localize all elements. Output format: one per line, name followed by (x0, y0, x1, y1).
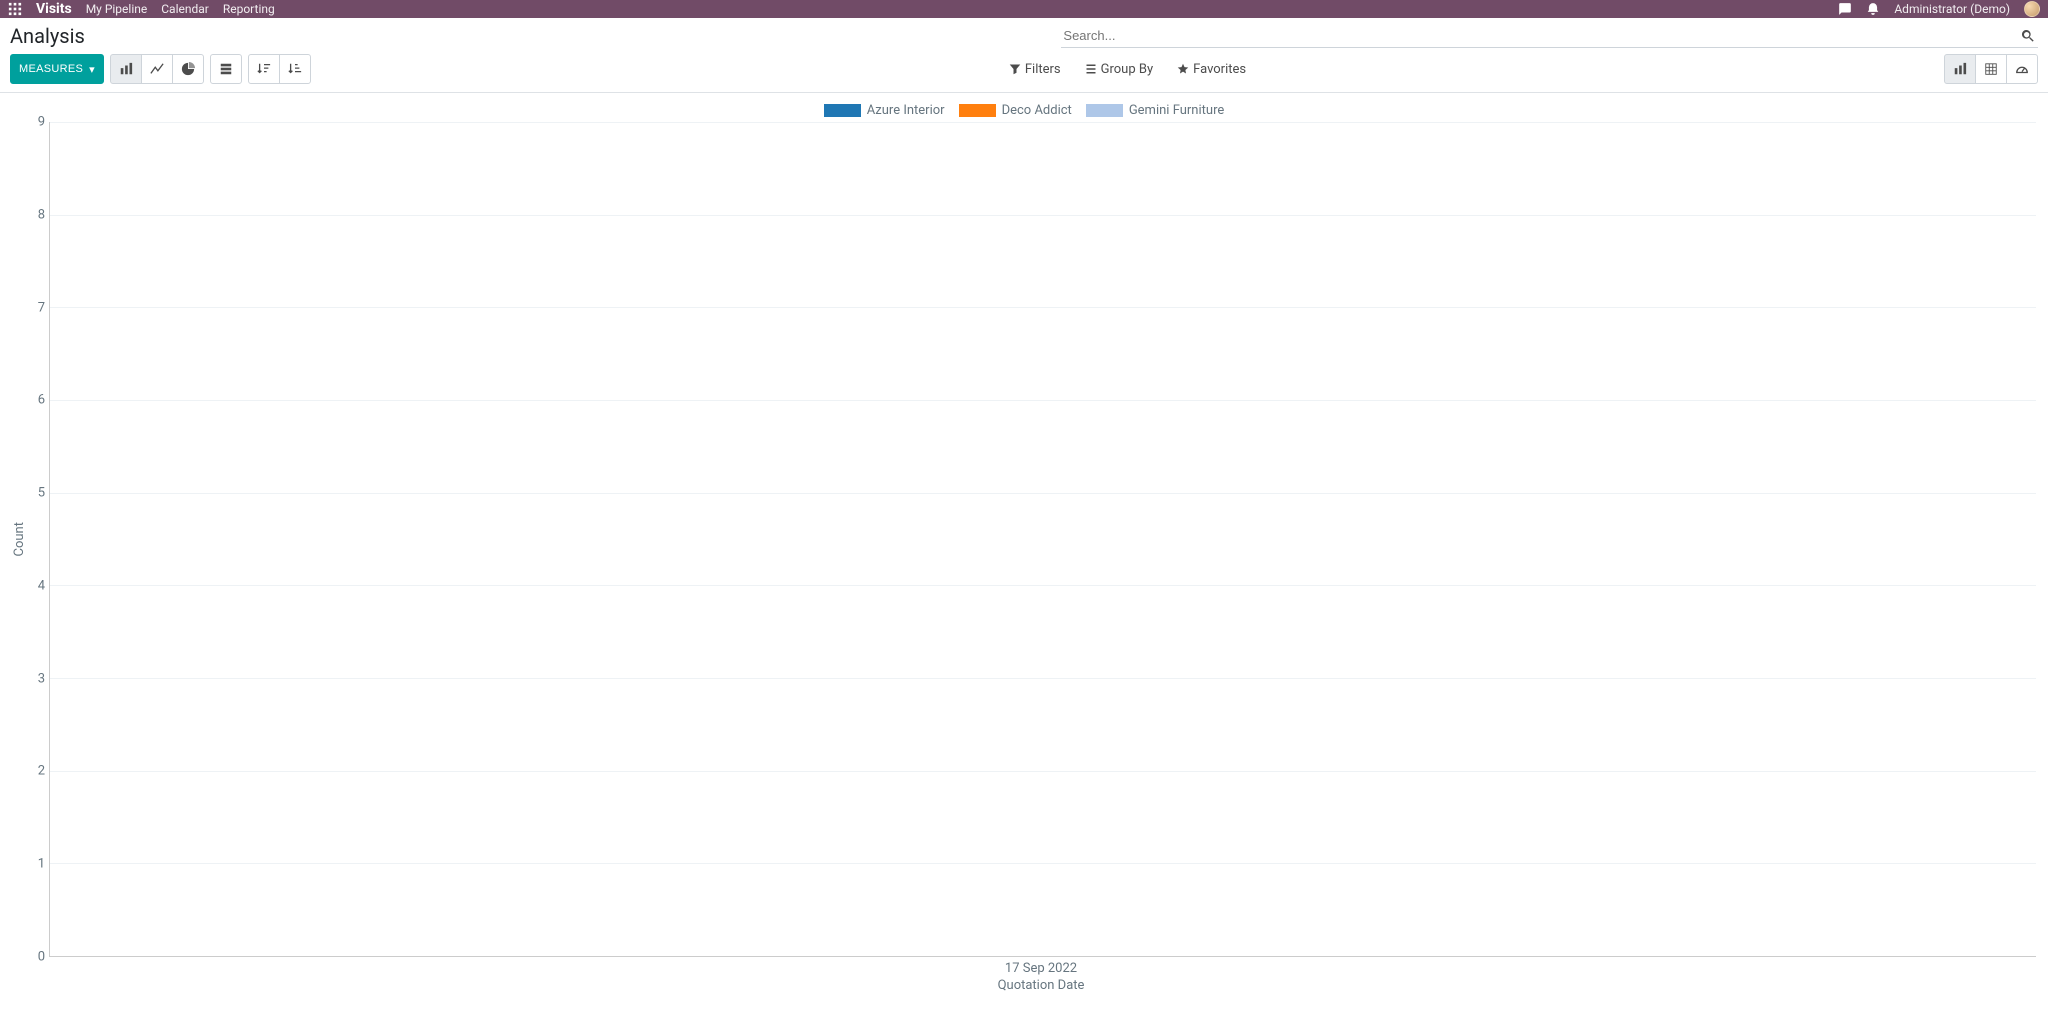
legend-label: Deco Addict (1002, 103, 1072, 118)
sort-asc-button[interactable] (279, 54, 311, 84)
chart-type-switch (110, 54, 204, 84)
y-tick-label: 6 (38, 393, 45, 408)
filters-label: Filters (1025, 62, 1061, 77)
gridline (50, 493, 2036, 494)
chart-area: Azure Interior Deco Addict Gemini Furnit… (0, 93, 2048, 995)
top-navbar: Visits My Pipeline Calendar Reporting Ad… (0, 0, 2048, 18)
view-switch (1944, 54, 2038, 84)
app-brand[interactable]: Visits (36, 1, 72, 17)
legend-item[interactable]: Azure Interior (824, 103, 945, 118)
stacked-button[interactable] (210, 54, 242, 84)
graph-view-button[interactable] (1944, 54, 1976, 84)
groupby-button[interactable]: Group By (1085, 62, 1154, 77)
gridline (50, 678, 2036, 679)
funnel-icon (1009, 63, 1021, 75)
messaging-icon[interactable] (1838, 2, 1852, 16)
y-axis: 0123456789 (29, 122, 49, 957)
page-title: Analysis (10, 24, 85, 48)
y-axis-label: Count (12, 522, 27, 556)
y-tick-label: 5 (38, 486, 45, 501)
y-tick-label: 9 (38, 115, 45, 130)
x-axis-label: Quotation Date (46, 976, 2036, 993)
y-tick-label: 3 (38, 671, 45, 686)
sort-asc-icon (288, 62, 302, 76)
activities-icon[interactable] (1866, 2, 1880, 16)
x-tick-label: 17 Sep 2022 (46, 957, 2036, 976)
caret-down-icon: ▾ (89, 63, 95, 76)
bar-chart-button[interactable] (110, 54, 142, 84)
gridline (50, 307, 2036, 308)
nav-menu-item[interactable]: Reporting (223, 2, 275, 16)
legend-item[interactable]: Deco Addict (959, 103, 1072, 118)
y-tick-label: 8 (38, 207, 45, 222)
avatar[interactable] (2024, 1, 2040, 17)
legend-label: Gemini Furniture (1129, 103, 1224, 118)
pie-chart-button[interactable] (172, 54, 204, 84)
y-tick-label: 7 (38, 300, 45, 315)
pivot-view-button[interactable] (1975, 54, 2007, 84)
sort-desc-icon (257, 62, 271, 76)
chart-plot-body (49, 122, 2036, 957)
y-tick-label: 1 (38, 857, 45, 872)
line-chart-icon (150, 62, 164, 76)
gridline (50, 771, 2036, 772)
nav-menu-item[interactable]: My Pipeline (86, 2, 148, 16)
sort-switch (248, 54, 311, 84)
favorites-label: Favorites (1193, 62, 1246, 77)
gauge-icon (2015, 62, 2029, 76)
gridline (50, 122, 2036, 123)
pie-chart-icon (181, 62, 195, 76)
sort-desc-button[interactable] (248, 54, 280, 84)
nav-menu-item[interactable]: Calendar (161, 2, 209, 16)
legend-swatch (824, 104, 861, 117)
line-chart-button[interactable] (141, 54, 173, 84)
search-icon[interactable] (2020, 28, 2036, 44)
bar-chart-icon (1953, 62, 1967, 76)
y-tick-label: 2 (38, 764, 45, 779)
chart-legend: Azure Interior Deco Addict Gemini Furnit… (12, 103, 2036, 118)
legend-swatch (959, 104, 996, 117)
nav-user-label[interactable]: Administrator (Demo) (1894, 2, 2010, 16)
gridline (50, 400, 2036, 401)
filters-button[interactable]: Filters (1009, 62, 1061, 77)
search-input[interactable] (1061, 24, 2038, 48)
grid-icon (1984, 62, 1998, 76)
legend-item[interactable]: Gemini Furniture (1086, 103, 1224, 118)
favorites-button[interactable]: Favorites (1177, 62, 1246, 77)
bar-chart-icon (119, 62, 133, 76)
legend-swatch (1086, 104, 1123, 117)
measures-label: MEASURES (19, 63, 83, 75)
star-icon (1177, 63, 1189, 75)
y-tick-label: 0 (38, 950, 45, 965)
gridline (50, 863, 2036, 864)
measures-button[interactable]: MEASURES ▾ (10, 54, 104, 84)
groupby-label: Group By (1101, 62, 1154, 77)
gridline (50, 585, 2036, 586)
stacked-icon (219, 62, 233, 76)
dashboard-view-button[interactable] (2006, 54, 2038, 84)
y-tick-label: 4 (38, 578, 45, 593)
list-icon (1085, 63, 1097, 75)
apps-icon[interactable] (8, 2, 22, 16)
gridline (50, 215, 2036, 216)
legend-label: Azure Interior (867, 103, 945, 118)
control-panel: Analysis MEASURES ▾ (0, 18, 2048, 93)
